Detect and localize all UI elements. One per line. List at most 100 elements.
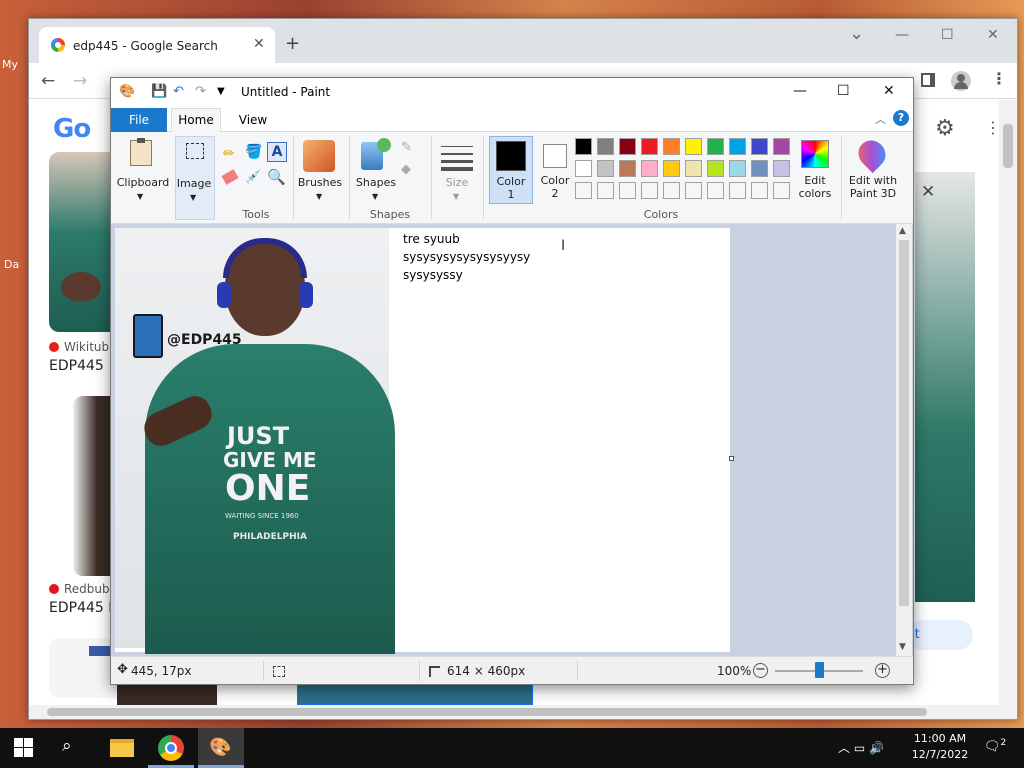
image-button[interactable]: Image ▼ <box>175 136 215 220</box>
palette-color-swatch[interactable] <box>575 160 592 177</box>
palette-color-swatch[interactable] <box>641 138 658 155</box>
zoom-out-button[interactable]: − <box>753 663 768 678</box>
palette-custom-slot[interactable] <box>707 182 724 199</box>
result-source[interactable]: Wikitubi <box>49 340 112 354</box>
tab-view[interactable]: View <box>231 108 275 132</box>
zoom-slider-thumb[interactable] <box>815 662 824 678</box>
file-explorer-icon[interactable] <box>110 739 134 757</box>
canvas-area[interactable]: @EDP445 JUST GIVE ME ONE WAITING SINCE 1… <box>111 224 913 656</box>
palette-color-swatch[interactable] <box>773 138 790 155</box>
color2-button[interactable]: Color 2 <box>535 136 575 204</box>
palette-color-swatch[interactable] <box>751 160 768 177</box>
palette-color-swatch[interactable] <box>751 138 768 155</box>
palette-color-swatch[interactable] <box>619 138 636 155</box>
palette-custom-slot[interactable] <box>773 182 790 199</box>
search-icon[interactable]: ⌕ <box>62 736 90 764</box>
palette-custom-slot[interactable] <box>751 182 768 199</box>
page-vertical-scrollbar[interactable] <box>999 100 1017 705</box>
redo-icon[interactable]: ↷ <box>195 84 206 99</box>
undo-icon[interactable]: ↶ <box>173 84 184 99</box>
edit-colors-button[interactable]: Edit colors <box>793 136 837 206</box>
fill-icon[interactable]: ◆ <box>401 162 411 177</box>
palette-color-swatch[interactable] <box>773 160 790 177</box>
minimize-button[interactable]: — <box>895 27 909 43</box>
google-logo[interactable]: Go <box>53 114 91 144</box>
pencil-icon[interactable]: ✏ <box>223 146 235 162</box>
palette-custom-slot[interactable] <box>619 182 636 199</box>
maximize-button[interactable]: ☐ <box>941 27 954 43</box>
palette-color-swatch[interactable] <box>597 160 614 177</box>
palette-color-swatch[interactable] <box>685 138 702 155</box>
paint-taskbar-icon[interactable]: 🎨 <box>198 728 244 768</box>
system-tray[interactable]: ︿ ▭ 🔊 <box>838 739 884 756</box>
windows-start-icon[interactable] <box>14 738 34 758</box>
save-icon[interactable]: 💾 <box>151 84 167 99</box>
visit-button[interactable]: it <box>907 620 973 650</box>
notifications-icon[interactable]: 🗨2 <box>984 738 1006 754</box>
paint-title-bar[interactable]: 🎨 💾 ↶ ↷ ▼ Untitled - Paint — ☐ ✕ <box>111 78 913 106</box>
desktop-icon-label[interactable]: Da <box>4 258 19 271</box>
pasted-image[interactable]: @EDP445 JUST GIVE ME ONE WAITING SINCE 1… <box>115 228 395 654</box>
color-picker-icon[interactable]: 💉 <box>245 170 261 185</box>
palette-custom-slot[interactable] <box>575 182 592 199</box>
result-thumbnail[interactable] <box>117 684 217 705</box>
palette-color-swatch[interactable] <box>641 160 658 177</box>
result-title[interactable]: EDP445 | <box>49 358 113 374</box>
palette-color-swatch[interactable] <box>619 160 636 177</box>
palette-custom-slot[interactable] <box>685 182 702 199</box>
back-button[interactable]: ← <box>41 71 55 91</box>
tab-home[interactable]: Home <box>171 108 221 132</box>
paint-app-icon[interactable]: 🎨 <box>119 84 135 99</box>
palette-custom-slot[interactable] <box>663 182 680 199</box>
drawing-canvas[interactable]: @EDP445 JUST GIVE ME ONE WAITING SINCE 1… <box>115 228 734 654</box>
selected-image-thumbnail[interactable] <box>297 684 533 705</box>
palette-color-swatch[interactable] <box>729 138 746 155</box>
quick-access-dropdown-icon[interactable]: ▼ <box>217 86 225 97</box>
palette-color-swatch[interactable] <box>707 138 724 155</box>
chrome-taskbar-icon[interactable] <box>158 735 184 761</box>
edit-with-paint3d-button[interactable]: Edit with Paint 3D <box>845 134 901 206</box>
paint-maximize-button[interactable]: ☐ <box>837 83 850 99</box>
settings-gear-icon[interactable]: ⚙ <box>935 116 955 141</box>
resize-handle[interactable] <box>729 456 734 461</box>
taskbar-clock[interactable]: 11:00 AM 12/7/2022 <box>910 731 970 763</box>
magnifier-icon[interactable]: 🔍 <box>267 168 286 186</box>
outline-icon[interactable]: ✎ <box>401 140 412 155</box>
paint-close-button[interactable]: ✕ <box>883 83 895 99</box>
page-horizontal-scrollbar[interactable] <box>29 705 1017 719</box>
help-icon[interactable]: ? <box>893 110 909 126</box>
palette-color-swatch[interactable] <box>707 160 724 177</box>
palette-custom-slot[interactable] <box>641 182 658 199</box>
tab-close-icon[interactable]: ✕ <box>253 36 265 52</box>
size-button[interactable]: Size ▼ <box>437 136 477 206</box>
tab-file[interactable]: File <box>111 108 167 132</box>
forward-button[interactable]: → <box>73 71 87 91</box>
new-tab-button[interactable]: + <box>285 33 300 54</box>
preview-close-icon[interactable]: ✕ <box>921 182 935 202</box>
result-source[interactable]: Redbubb <box>49 582 117 596</box>
canvas-text-line[interactable]: sysysyssy <box>403 268 463 282</box>
palette-color-swatch[interactable] <box>663 160 680 177</box>
paint-minimize-button[interactable]: — <box>793 83 807 99</box>
text-tool-icon[interactable]: A <box>267 142 287 162</box>
palette-color-swatch[interactable] <box>685 160 702 177</box>
clipboard-button[interactable]: Clipboard ▼ <box>117 136 169 222</box>
desktop-icon-label[interactable]: My <box>2 58 18 71</box>
collapse-ribbon-icon[interactable]: ︿ <box>875 111 886 127</box>
brushes-button[interactable]: Brushes ▼ <box>297 136 343 206</box>
palette-custom-slot[interactable] <box>729 182 746 199</box>
image-preview-panel[interactable] <box>915 172 975 602</box>
fill-bucket-icon[interactable]: 🪣 <box>245 144 262 160</box>
profile-avatar-icon[interactable] <box>951 71 971 91</box>
palette-color-swatch[interactable] <box>575 138 592 155</box>
color1-button[interactable]: Color 1 <box>489 136 533 204</box>
chrome-menu-icon[interactable]: ⋮ <box>991 69 1007 88</box>
canvas-text-line[interactable]: tre syuub <box>403 232 460 246</box>
zoom-in-button[interactable]: + <box>875 663 890 678</box>
chrome-tab[interactable]: edp445 - Google Search ✕ <box>39 27 275 63</box>
palette-color-swatch[interactable] <box>597 138 614 155</box>
side-panel-icon[interactable] <box>921 73 935 87</box>
palette-color-swatch[interactable] <box>729 160 746 177</box>
palette-custom-slot[interactable] <box>597 182 614 199</box>
tab-search-dropdown-icon[interactable]: ⌄ <box>849 23 864 44</box>
